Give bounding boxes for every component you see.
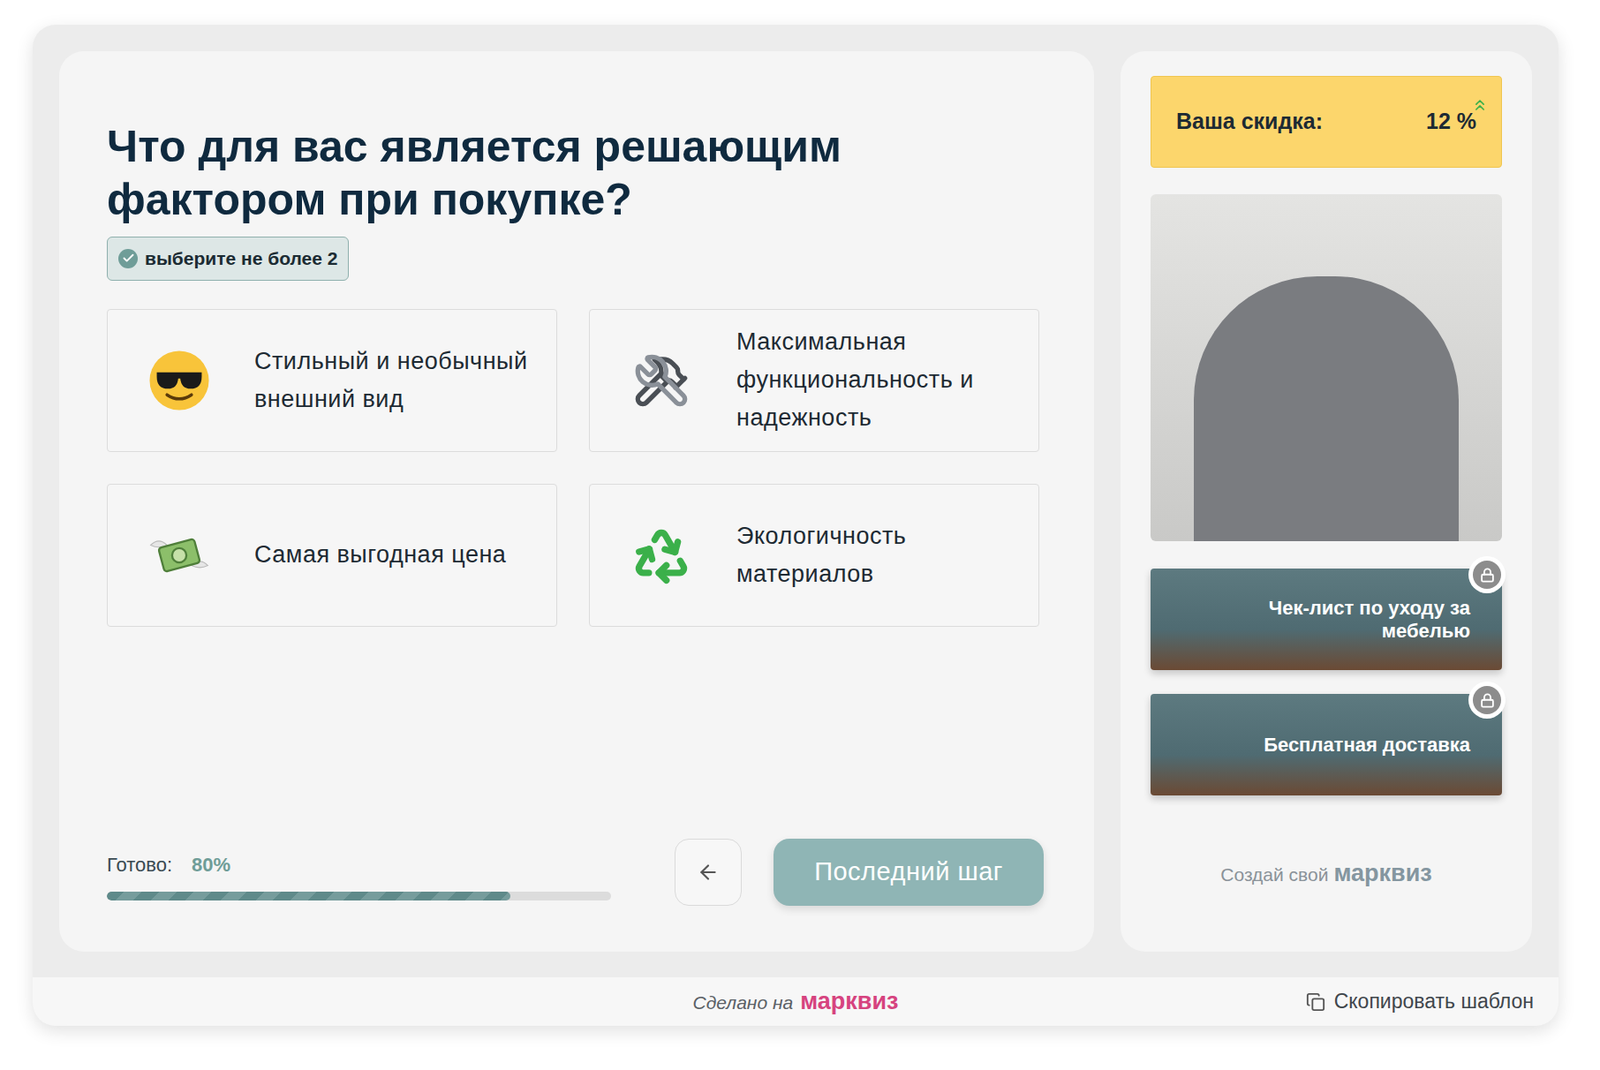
sidebar: Ваша скидка: 12 % Чек-лист по уходу за меб… <box>1120 51 1533 952</box>
discount-value: 12 % <box>1426 105 1477 139</box>
lock-icon <box>1479 693 1495 709</box>
video-frame[interactable] <box>1150 194 1502 542</box>
progress-track <box>106 891 612 901</box>
tools-icon <box>628 347 695 414</box>
discount-box: Ваша скидка: 12 % <box>1150 75 1502 168</box>
chevrons-up-icon <box>1471 96 1489 114</box>
option-label: Экологичность материалов <box>736 517 1023 594</box>
discount-label: Ваша скидка: <box>1176 105 1323 139</box>
sunglasses-face-icon <box>146 347 212 414</box>
option-card[interactable]: Экологичность материалов <box>588 483 1040 627</box>
reward-card: Чек-лист по уходу за мебелью <box>1150 568 1502 671</box>
presenter-silhouette <box>1193 276 1459 542</box>
option-label: Самая выгодная цена <box>254 535 506 574</box>
made-with[interactable]: Сделано намарквиз <box>693 983 899 1020</box>
question-panel: Что для вас является решающим фактором п… <box>59 51 1095 952</box>
branding-prefix: Создай свой <box>1220 860 1329 890</box>
arrow-left-icon <box>696 860 720 884</box>
page: Что для вас является решающим фактором п… <box>0 0 1600 1070</box>
reward-card: Бесплатная доставка <box>1150 694 1502 796</box>
copy-icon <box>1305 992 1326 1012</box>
progress-label: Готово: <box>106 850 173 880</box>
progress: Готово: 80% <box>106 845 612 901</box>
option-card[interactable]: Самая выгодная цена <box>106 483 558 627</box>
reward-label: Чек-лист по уходу за мебелью <box>1238 596 1471 643</box>
lock-badge <box>1468 556 1506 594</box>
progress-fill <box>106 891 511 901</box>
flying-money-icon <box>146 522 212 589</box>
made-prefix: Сделано на <box>693 988 794 1018</box>
branding[interactable]: Создай своймарквиз <box>1150 855 1502 892</box>
lock-badge <box>1468 681 1506 719</box>
recycle-icon <box>628 522 695 589</box>
branding-logo: марквиз <box>1333 855 1432 892</box>
rewards: Чек-лист по уходу за мебелью Бесплатная д… <box>1150 568 1502 796</box>
quiz-frame: Что для вас является решающим фактором п… <box>32 24 1559 1027</box>
check-icon <box>118 249 138 269</box>
reward-label: Бесплатная доставка <box>1263 733 1471 757</box>
question-title: Что для вас является решающим фактором п… <box>106 120 990 227</box>
lock-icon <box>1479 567 1495 583</box>
option-label: Максимальная функциональность и надежнос… <box>736 323 1023 438</box>
option-label: Стильный и необычный внешний вид <box>254 342 541 419</box>
copy-template-button[interactable]: Скопировать шаблон <box>1305 977 1534 1027</box>
progress-value: 80% <box>191 850 231 880</box>
footer: Сделано намарквиз Скопировать шаблон <box>32 977 1559 1027</box>
bottom-bar: Готово: 80% Последний шаг <box>106 838 1047 906</box>
panels: Что для вас является решающим фактором п… <box>32 24 1559 952</box>
back-button[interactable] <box>674 838 742 906</box>
next-button[interactable]: Последний шаг <box>773 838 1044 906</box>
option-card[interactable]: Стильный и необычный внешний вид <box>106 309 558 453</box>
option-card[interactable]: Максимальная функциональность и надежнос… <box>588 309 1040 453</box>
made-logo: марквиз <box>800 983 899 1020</box>
options-grid: Стильный и необычный внешний вид Максимал… <box>106 309 1040 627</box>
hint-badge: выберите не более 2 <box>106 236 349 281</box>
